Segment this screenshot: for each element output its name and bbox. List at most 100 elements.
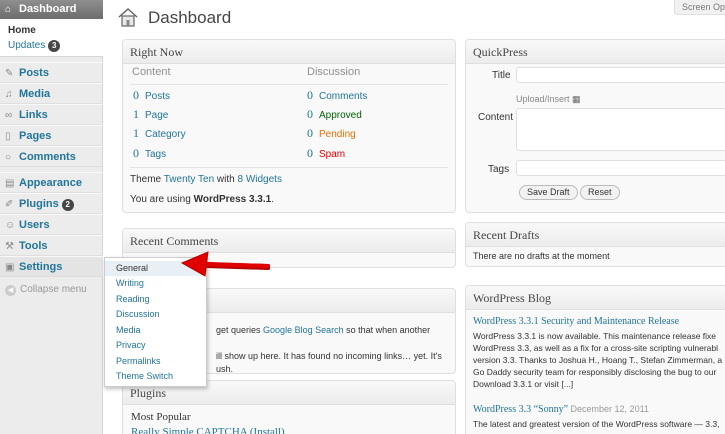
wordpress-blog-widget: WordPress Blog WordPress 3.3.1 Security … — [465, 285, 725, 434]
menu-plugins-label: Plugins — [19, 198, 59, 210]
quickpress-widget: QuickPress Title Upload/Insert ▦ Content… — [465, 39, 725, 213]
menu-tools[interactable]: ⚒ Tools — [0, 235, 103, 256]
recent-drafts-title[interactable]: Recent Drafts — [466, 223, 725, 247]
version-suffix: . — [271, 194, 274, 205]
blog-post-excerpt: The latest and greatest version of the W… — [473, 418, 725, 430]
appearance-icon: ▤ — [5, 178, 15, 189]
plugin-icon: ✐ — [5, 199, 14, 210]
menu-dashboard[interactable]: ⌂ Dashboard — [0, 0, 103, 19]
blog-post-excerpt: WordPress 3.3.1 is now available. This m… — [473, 330, 725, 390]
menu-settings[interactable]: ▣ Settings — [0, 256, 103, 277]
link-icon: ∞ — [5, 110, 13, 121]
flyout-item-media[interactable]: Media — [105, 323, 206, 338]
menu-plugins[interactable]: ✐ Plugins 2 — [0, 193, 103, 214]
house-icon: ⌂ — [5, 4, 12, 15]
flyout-item-discussion[interactable]: Discussion — [105, 307, 206, 322]
collapse-menu-button[interactable]: ◀ Collapse menu — [5, 284, 87, 296]
discussion-row-approved[interactable]: 0 Approved — [307, 107, 362, 122]
menu-pages[interactable]: ▯ Pages — [0, 125, 103, 146]
collapse-arrow-icon: ◀ — [5, 285, 16, 296]
recent-comments-title[interactable]: Recent Comments — [123, 229, 455, 253]
comments-count: 0 — [307, 88, 313, 102]
menu-pages-label: Pages — [19, 130, 52, 142]
updates-count-badge: 3 — [48, 40, 61, 52]
content-row-page[interactable]: 1 Page — [133, 107, 168, 122]
blog-post-title[interactable]: WordPress 3.3.1 Security and Maintenance… — [473, 316, 679, 327]
menu-posts[interactable]: ✎ Posts — [0, 62, 103, 83]
media-upload-icon: ▦ — [572, 94, 581, 104]
version-info: You are using WordPress 3.3.1. — [130, 194, 274, 205]
settings-icon: ▣ — [5, 262, 15, 273]
content-label: Content — [478, 112, 514, 123]
title-label: Title — [492, 70, 511, 81]
content-row-tags[interactable]: 0 Tags — [133, 146, 166, 161]
submenu-updates[interactable]: Updates 3 — [8, 40, 61, 52]
discussion-row-spam[interactable]: 0 Spam — [307, 146, 345, 161]
widgets-link[interactable]: 8 Widgets — [238, 174, 282, 185]
blog-post-title: WordPress 3.3 “Sonny” December 12, 2011 — [473, 404, 649, 415]
page-title: Dashboard — [148, 8, 232, 27]
menu-settings-label: Settings — [19, 261, 63, 273]
page-icon: ▯ — [5, 131, 11, 142]
plugins-widget: Plugins Most Popular Really Simple CAPTC… — [122, 380, 456, 434]
menu-appearance-label: Appearance — [19, 177, 82, 189]
menu-comments[interactable]: ○ Comments — [0, 146, 103, 167]
pin-icon: ✎ — [5, 68, 14, 79]
menu-dashboard-label: Dashboard — [19, 3, 77, 15]
posts-count: 0 — [133, 88, 139, 102]
tools-icon: ⚒ — [5, 241, 14, 252]
screen-options-button[interactable]: Screen Op — [674, 0, 725, 15]
no-drafts-text: There are no drafts at the moment — [473, 251, 610, 261]
save-draft-button[interactable]: Save Draft — [519, 185, 578, 200]
flyout-item-privacy[interactable]: Privacy — [105, 338, 206, 353]
content-heading: Content — [132, 66, 171, 78]
title-input[interactable] — [516, 67, 725, 83]
excerpt-line: The latest and greatest version of the W… — [473, 419, 720, 429]
category-count: 1 — [133, 126, 139, 140]
dashboard-house-icon — [118, 7, 138, 27]
menu-users[interactable]: ☺ Users — [0, 214, 103, 235]
menu-links[interactable]: ∞ Links — [0, 104, 103, 125]
submenu-updates-label: Updates — [8, 40, 46, 51]
flyout-item-theme-switch[interactable]: Theme Switch — [105, 369, 206, 384]
version-prefix: You are using — [130, 194, 191, 205]
theme-link[interactable]: Twenty Ten — [164, 174, 214, 185]
upload-insert-link[interactable]: Upload/Insert ▦ — [516, 94, 581, 105]
users-icon: ☺ — [5, 220, 16, 231]
excerpt-line: version 3.3. Thanks to Joshua H., Hoang … — [473, 355, 723, 365]
right-now-title[interactable]: Right Now — [123, 40, 455, 64]
right-now-widget: Right Now Content Discussion 0 Posts 1 Pag… — [122, 39, 456, 213]
divider — [130, 167, 448, 168]
most-popular-heading: Most Popular — [131, 411, 191, 423]
menu-posts-label: Posts — [19, 67, 49, 79]
menu-tools-label: Tools — [19, 240, 48, 252]
tags-label: Tags — [145, 149, 167, 160]
discussion-row-comments[interactable]: 0 Comments — [307, 88, 367, 103]
theme-with: with — [216, 174, 235, 185]
blog-post-title-link[interactable]: WordPress 3.3 “Sonny” — [473, 404, 568, 415]
menu-appearance[interactable]: ▤ Appearance — [0, 172, 103, 193]
submenu-home[interactable]: Home — [8, 25, 36, 36]
comments-label: Comments — [319, 91, 368, 102]
reset-button[interactable]: Reset — [580, 185, 620, 200]
google-blog-search-link[interactable]: Google Blog Search — [263, 325, 344, 335]
approved-label: Approved — [319, 110, 362, 121]
quickpress-title[interactable]: QuickPress — [466, 40, 725, 64]
popular-plugin-link[interactable]: Really Simple CAPTCHA (Install) — [131, 426, 285, 434]
menu-users-label: Users — [19, 219, 50, 231]
flyout-item-permalinks[interactable]: Permalinks — [105, 354, 206, 369]
plugins-count-badge: 2 — [61, 199, 74, 211]
blog-post-date: December 12, 2011 — [570, 404, 649, 414]
spam-label: Spam — [319, 149, 346, 160]
discussion-row-pending[interactable]: 0 Pending — [307, 126, 356, 141]
menu-links-label: Links — [19, 109, 48, 121]
wordpress-blog-title[interactable]: WordPress Blog — [466, 286, 725, 310]
tags-input[interactable] — [516, 160, 725, 176]
content-row-posts[interactable]: 0 Posts — [133, 88, 170, 103]
tags-label: Tags — [488, 164, 510, 175]
flyout-item-reading[interactable]: Reading — [105, 292, 206, 307]
content-row-category[interactable]: 1 Category — [133, 126, 186, 141]
content-textarea[interactable] — [516, 108, 725, 151]
theme-prefix: Theme — [130, 174, 162, 185]
menu-media[interactable]: ♫ Media — [0, 83, 103, 104]
